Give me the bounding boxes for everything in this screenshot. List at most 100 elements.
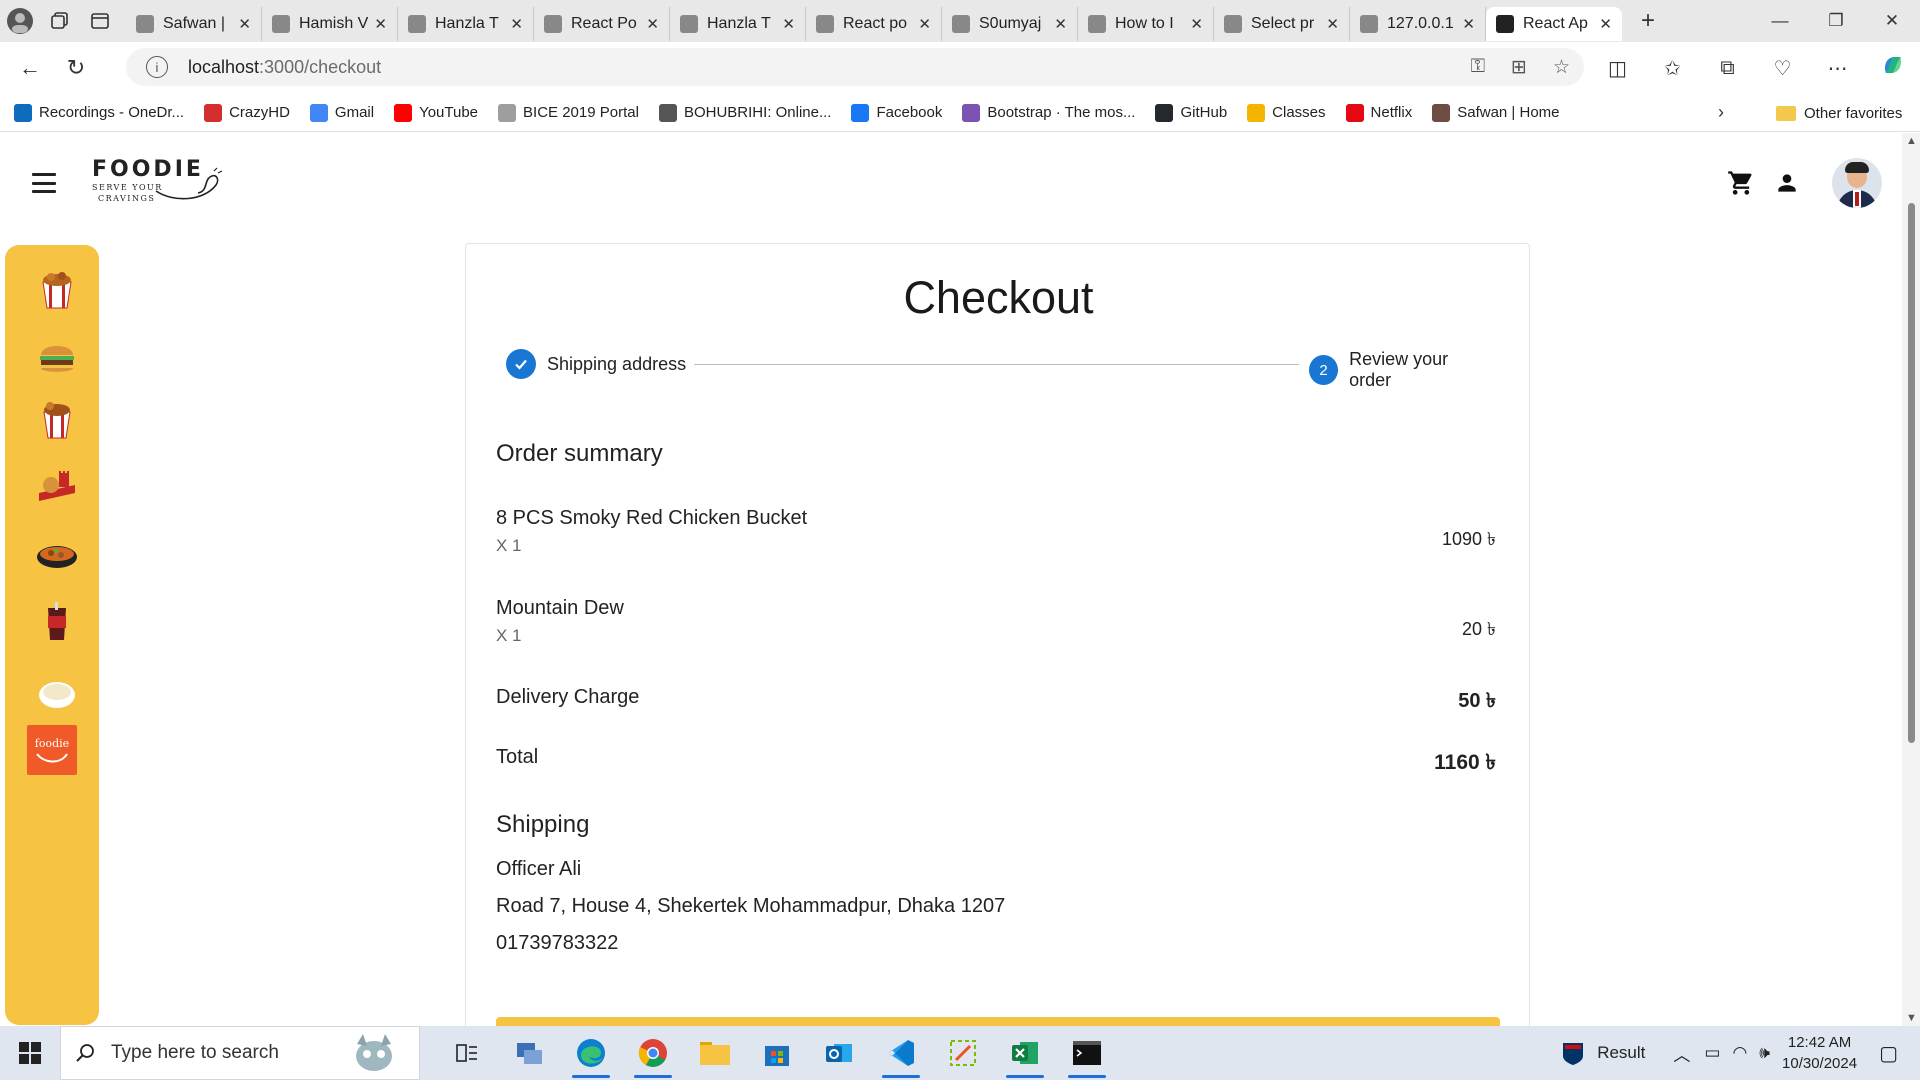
store-icon[interactable] bbox=[746, 1026, 808, 1080]
bookmark-item[interactable]: Recordings - OneDr... bbox=[14, 103, 184, 122]
bookmark-item[interactable]: Bootstrap · The mos... bbox=[962, 103, 1135, 122]
taskbar-search[interactable]: Type here to search bbox=[60, 1026, 420, 1080]
url-text[interactable]: localhost:3000/checkout bbox=[188, 57, 381, 78]
favorites-icon[interactable]: ✩ bbox=[1645, 56, 1700, 81]
close-tab-icon[interactable]: ✕ bbox=[1054, 15, 1067, 33]
chevron-up-icon[interactable]: ︿ bbox=[1673, 1041, 1690, 1066]
windows-start-icon[interactable] bbox=[0, 1042, 60, 1064]
sidebar-item-dessert[interactable] bbox=[32, 668, 82, 718]
site-info-icon[interactable]: i bbox=[146, 56, 168, 78]
battery-icon[interactable]: ▭ bbox=[1704, 1043, 1720, 1063]
split-screen-icon[interactable]: ◫ bbox=[1590, 56, 1645, 81]
wifi-icon[interactable]: ◠ bbox=[1732, 1043, 1747, 1063]
restore-button[interactable]: ❐ bbox=[1808, 0, 1864, 42]
close-tab-icon[interactable]: ✕ bbox=[1326, 15, 1339, 33]
bookmark-item[interactable]: GitHub bbox=[1155, 103, 1227, 122]
scrollbar-thumb[interactable] bbox=[1908, 203, 1915, 743]
sidebar-item-burger[interactable] bbox=[32, 332, 82, 382]
task-view-icon[interactable] bbox=[436, 1026, 498, 1080]
minimize-button[interactable]: — bbox=[1752, 0, 1808, 42]
nfl-shield-icon[interactable] bbox=[1561, 1040, 1585, 1066]
close-tab-icon[interactable]: ✕ bbox=[1190, 15, 1203, 33]
sidebar-item-rice-bowl[interactable] bbox=[32, 530, 82, 580]
sidebar-item-foodie-brand[interactable]: foodie bbox=[27, 725, 77, 775]
collections-icon[interactable]: ⧉ bbox=[1700, 57, 1755, 80]
notifications-icon[interactable]: ▢ bbox=[1879, 1041, 1898, 1066]
sidebar-item-combo-meal[interactable] bbox=[32, 460, 82, 510]
bookmark-item[interactable]: Netflix bbox=[1345, 103, 1412, 122]
bookmark-item[interactable]: BOHUBRIHI: Online... bbox=[658, 103, 831, 122]
edge-icon[interactable] bbox=[560, 1026, 622, 1080]
foodie-logo[interactable]: FOODIE SERVE YOUR CRAVINGS bbox=[92, 157, 223, 209]
user-avatar[interactable] bbox=[1832, 158, 1882, 208]
close-tab-icon[interactable]: ✕ bbox=[374, 15, 387, 33]
other-favorites[interactable]: Other favorites bbox=[1776, 94, 1902, 132]
close-window-button[interactable]: ✕ bbox=[1864, 0, 1920, 42]
browser-tab[interactable]: Safwan | ✕ bbox=[126, 7, 262, 41]
browser-tab[interactable]: React po ✕ bbox=[806, 7, 942, 41]
browser-tab[interactable]: Hamish V ✕ bbox=[262, 7, 398, 41]
cart-icon[interactable] bbox=[1726, 168, 1756, 198]
new-tab-button[interactable]: + bbox=[1628, 7, 1668, 35]
sidebar-item-soft-drink[interactable] bbox=[32, 597, 82, 647]
snipping-tool-icon[interactable] bbox=[932, 1026, 994, 1080]
browser-tab[interactable]: S0umyaj ✕ bbox=[942, 7, 1078, 41]
vscode-icon[interactable] bbox=[870, 1026, 932, 1080]
react-favicon bbox=[1496, 15, 1514, 33]
bookmark-item[interactable]: YouTube bbox=[394, 103, 478, 122]
browser-tab[interactable]: How to I ✕ bbox=[1078, 7, 1214, 41]
chrome-icon[interactable] bbox=[622, 1026, 684, 1080]
outlook-icon[interactable] bbox=[808, 1026, 870, 1080]
terminal-icon[interactable] bbox=[1056, 1026, 1118, 1080]
network-app-icon[interactable] bbox=[498, 1026, 560, 1080]
close-tab-icon[interactable]: ✕ bbox=[918, 15, 931, 33]
browser-tab[interactable]: React Po ✕ bbox=[534, 7, 670, 41]
address-bar[interactable]: i localhost:3000/checkout ⚿ ⊞ ☆ bbox=[126, 48, 1584, 86]
favorite-star-icon[interactable]: ☆ bbox=[1553, 56, 1570, 79]
profile-icon[interactable] bbox=[0, 0, 40, 42]
volume-icon[interactable]: 🕪 bbox=[1759, 1043, 1770, 1063]
close-tab-icon[interactable]: ✕ bbox=[646, 15, 659, 33]
logo-swoosh-icon bbox=[155, 167, 223, 200]
sidebar-item-chicken-bucket[interactable] bbox=[32, 265, 82, 315]
vertical-tabs-icon[interactable] bbox=[80, 0, 120, 42]
close-tab-icon[interactable]: ✕ bbox=[782, 15, 795, 33]
reload-button[interactable]: ↻ bbox=[54, 46, 98, 90]
hamburger-menu-icon[interactable] bbox=[32, 173, 56, 193]
excel-icon[interactable] bbox=[994, 1026, 1056, 1080]
browser-tab[interactable]: 127.0.0.1 ✕ bbox=[1350, 7, 1486, 41]
clock-time: 12:42 AM bbox=[1787, 1034, 1852, 1051]
workspaces-icon[interactable] bbox=[40, 0, 80, 42]
bookmark-item[interactable]: CrazyHD bbox=[204, 103, 290, 122]
tray-result-label[interactable]: Result bbox=[1597, 1043, 1645, 1063]
back-button[interactable]: ← bbox=[8, 46, 52, 90]
document-favicon bbox=[1224, 15, 1242, 33]
bookmark-item[interactable]: BICE 2019 Portal bbox=[498, 103, 639, 122]
chevron-right-icon[interactable]: › bbox=[1718, 102, 1724, 123]
browser-tab[interactable]: Select pr ✕ bbox=[1214, 7, 1350, 41]
bookmark-item[interactable]: Classes bbox=[1247, 103, 1326, 122]
file-explorer-icon[interactable] bbox=[684, 1026, 746, 1080]
browser-tab[interactable]: Hanzla T ✕ bbox=[398, 7, 534, 41]
place-order-button[interactable] bbox=[496, 1017, 1500, 1026]
user-icon[interactable] bbox=[1772, 168, 1802, 198]
copilot-icon[interactable] bbox=[1865, 53, 1920, 83]
app-available-icon[interactable]: ⊞ bbox=[1511, 56, 1527, 79]
close-tab-icon[interactable]: ✕ bbox=[1599, 15, 1612, 33]
close-tab-icon[interactable]: ✕ bbox=[510, 15, 523, 33]
key-icon[interactable]: ⚿ bbox=[1471, 56, 1485, 78]
bookmark-item[interactable]: Gmail bbox=[309, 103, 374, 122]
taskbar-clock[interactable]: 12:42 AM 10/30/2024 bbox=[1782, 1032, 1857, 1074]
bookmark-item[interactable]: Facebook bbox=[851, 103, 942, 122]
foodie-logo-icon bbox=[36, 752, 68, 762]
close-tab-icon[interactable]: ✕ bbox=[1462, 15, 1475, 33]
browser-essentials-icon[interactable]: ♡ bbox=[1755, 56, 1810, 81]
browser-tab[interactable]: Hanzla T ✕ bbox=[670, 7, 806, 41]
avatar-favicon bbox=[136, 15, 154, 33]
browser-tab[interactable]: React Ap ✕ bbox=[1486, 7, 1622, 41]
more-menu-icon[interactable]: ⋯ bbox=[1810, 56, 1865, 81]
page-scrollbar[interactable]: ▲ ▼ bbox=[1902, 133, 1920, 1026]
close-tab-icon[interactable]: ✕ bbox=[238, 15, 251, 33]
sidebar-item-chicken-bucket-2[interactable] bbox=[32, 395, 82, 445]
bookmark-item[interactable]: Safwan | Home bbox=[1432, 103, 1560, 122]
